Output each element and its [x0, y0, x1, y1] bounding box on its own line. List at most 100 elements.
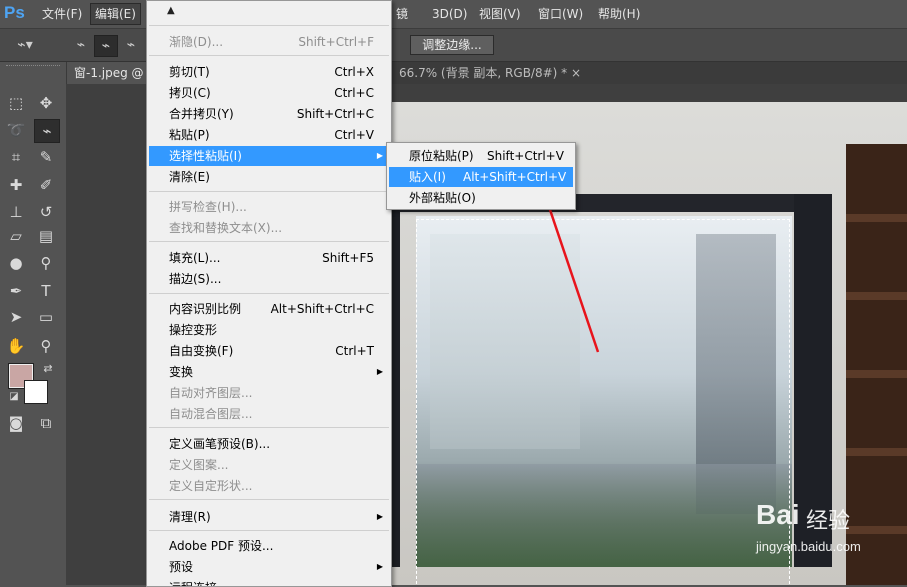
submenu-item-label: 贴入(I) — [409, 170, 446, 184]
panel-grip[interactable] — [6, 65, 60, 70]
menu-item-auto-align: 自动对齐图层... — [149, 383, 389, 403]
tab-info-label: 66.7% (背景 副本, RGB/8#) * — [399, 66, 568, 80]
background-color-swatch[interactable] — [24, 380, 48, 404]
move-icon[interactable]: ✥ — [34, 92, 58, 114]
subtract-selection-brush-icon[interactable]: ⌁ — [120, 35, 142, 55]
menu-item-transform[interactable]: 变换 ▶ — [149, 362, 389, 382]
menu-item-label: 剪切(T) — [169, 65, 210, 79]
zoom-icon[interactable]: ⚲ — [34, 335, 58, 357]
quick-mask-icon[interactable]: ◙ — [4, 412, 28, 434]
menu-item-label: 选择性粘贴(I) — [169, 149, 242, 163]
menu-separator — [149, 241, 389, 242]
shape-icon[interactable]: ▭ — [34, 306, 58, 328]
refine-edge-button[interactable]: 调整边缘... — [410, 35, 494, 55]
menu-bar: Ps 文件(F) 编辑(E) 镜 3D(D) 视图(V) 窗口(W) 帮助(H) — [0, 0, 907, 29]
submenu-item-label: 外部粘贴(O) — [409, 191, 476, 205]
menu-edit[interactable]: 编辑(E) — [90, 3, 141, 25]
menu-item-auto-blend: 自动混合图层... — [149, 404, 389, 424]
new-selection-brush-icon[interactable]: ⌁ — [70, 35, 92, 55]
tab-document-info[interactable]: 66.7% (背景 副本, RGB/8#) * × — [391, 62, 589, 84]
hand-icon[interactable]: ✋ — [4, 335, 28, 357]
menu-item-stroke[interactable]: 描边(S)... — [149, 269, 389, 289]
menu-item-label: 定义画笔预设(B)... — [169, 437, 271, 451]
submenu-item-paste-in-place[interactable]: 原位粘贴(P) Shift+Ctrl+V — [389, 146, 573, 166]
menu-item-define-pattern: 定义图案... — [149, 455, 389, 475]
menu-item-presets[interactable]: 预设 ▶ — [149, 557, 389, 577]
menu-item-copy-merged[interactable]: 合并拷贝(Y) Shift+Ctrl+C — [149, 104, 389, 124]
menu-item-define-shape: 定义自定形状... — [149, 476, 389, 496]
tab-close-icon[interactable]: × — [571, 66, 581, 80]
menu-item-shortcut: Ctrl+T — [335, 344, 374, 358]
eraser-icon[interactable]: ▱ — [4, 225, 28, 247]
path-select-icon[interactable]: ➤ — [4, 306, 28, 328]
submenu-item-paste-outside[interactable]: 外部粘贴(O) — [389, 188, 573, 208]
menu-item-label: 描边(S)... — [169, 272, 222, 286]
menu-item-label: 填充(L)... — [169, 251, 221, 265]
menu-item-paste-special[interactable]: 选择性粘贴(I) ▶ — [149, 146, 389, 166]
menu-item-label: 拼写检查(H)... — [169, 200, 247, 214]
menu-item-purge[interactable]: 清理(R) ▶ — [149, 507, 389, 527]
menu-separator — [149, 55, 389, 56]
menu-item-shortcut: Ctrl+X — [334, 65, 374, 79]
menu-window[interactable]: 窗口(W) — [534, 4, 587, 24]
menu-item-pdf-presets[interactable]: Adobe PDF 预设... — [149, 536, 389, 556]
quick-select-icon[interactable]: ⌁ — [34, 119, 60, 143]
menu-separator — [149, 25, 389, 26]
paste-special-submenu: 原位粘贴(P) Shift+Ctrl+V 贴入(I) Alt+Shift+Ctrl+… — [386, 142, 576, 210]
menu-help[interactable]: 帮助(H) — [594, 4, 644, 24]
stamp-icon[interactable]: ⊥ — [4, 201, 28, 223]
menu-item-shortcut: Shift+Ctrl+C — [296, 107, 374, 121]
type-icon[interactable]: T — [34, 280, 58, 302]
menu-file[interactable]: 文件(F) — [38, 4, 86, 24]
menu-item-cut[interactable]: 剪切(T) Ctrl+X — [149, 62, 389, 82]
menu-item-label: 清理(R) — [169, 510, 211, 524]
menu-item-remote[interactable]: 远程连接... — [149, 578, 389, 586]
menu-item-copy[interactable]: 拷贝(C) Ctrl+C — [149, 83, 389, 103]
dodge-icon[interactable]: ⚲ — [34, 252, 58, 274]
healing-icon[interactable]: ✚ — [4, 174, 28, 196]
edit-menu-dropdown: ▲ 渐隐(D)... Shift+Ctrl+F 剪切(T) Ctrl+X 拷贝(C)… — [146, 0, 392, 587]
gradient-icon[interactable]: ▤ — [34, 225, 58, 247]
menu-item-paste[interactable]: 粘贴(P) Ctrl+V — [149, 125, 389, 145]
submenu-item-shortcut: Alt+Shift+Ctrl+V — [463, 170, 567, 184]
menu-item-label: 远程连接... — [169, 578, 228, 586]
menu-item-label: 预设 — [169, 560, 194, 574]
menu-item-label: 操控变形 — [169, 323, 218, 337]
watermark-brand-cn: 经验 — [806, 509, 851, 534]
menu-scroll-up-icon[interactable]: ▲ — [167, 5, 175, 16]
lasso-icon[interactable]: ➰ — [4, 119, 28, 141]
menu-filter-partial[interactable]: 镜 — [392, 4, 412, 24]
pen-icon[interactable]: ✒ — [4, 280, 28, 302]
menu-item-fill[interactable]: 填充(L)... Shift+F5 — [149, 248, 389, 268]
blur-icon[interactable]: ● — [4, 252, 28, 274]
tab-document[interactable]: 窗-1.jpeg @ — [66, 62, 152, 84]
submenu-item-paste-into[interactable]: 贴入(I) Alt+Shift+Ctrl+V — [389, 167, 573, 187]
swap-colors-icon[interactable]: ⇄ — [36, 358, 60, 380]
menu-item-content-aware-scale[interactable]: 内容识别比例 Alt+Shift+Ctrl+C — [149, 299, 389, 319]
add-selection-brush-icon[interactable]: ⌁ — [94, 35, 118, 57]
eyedropper-icon[interactable]: ✎ — [34, 146, 58, 168]
tool-preset-icon[interactable]: ⌁▾ — [14, 35, 36, 55]
menu-view[interactable]: 视图(V) — [475, 4, 525, 24]
submenu-arrow-icon: ▶ — [376, 562, 383, 571]
menu-item-label: 清除(E) — [169, 170, 210, 184]
watermark-url: jingyan.baidu.com — [756, 539, 861, 554]
default-colors-icon[interactable]: ◪ — [2, 386, 26, 408]
menu-item-free-transform[interactable]: 自由变换(F) Ctrl+T — [149, 341, 389, 361]
submenu-arrow-icon: ▶ — [376, 512, 383, 521]
screen-mode-icon[interactable]: ⧉ — [34, 412, 58, 434]
menu-item-label: 自动混合图层... — [169, 407, 253, 421]
menu-item-label: 定义图案... — [169, 458, 229, 472]
menu-item-puppet-warp[interactable]: 操控变形 — [149, 320, 389, 340]
menu-3d[interactable]: 3D(D) — [428, 4, 471, 24]
baidu-watermark: Bai 经验 jingyan.baidu.com — [756, 499, 906, 563]
marquee-icon[interactable]: ⬚ — [4, 92, 28, 114]
history-brush-icon[interactable]: ↺ — [34, 201, 58, 223]
menu-item-clear[interactable]: 清除(E) — [149, 167, 389, 187]
brush-icon[interactable]: ✐ — [34, 174, 58, 196]
crop-icon[interactable]: ⌗ — [4, 146, 28, 168]
menu-item-define-brush[interactable]: 定义画笔预设(B)... — [149, 434, 389, 454]
menu-separator — [149, 499, 389, 500]
tools-panel: ⬚ ✥ ➰ ⌁ ⌗ ✎ ✚ ✐ ⊥ ↺ ▱ ▤ ● ⚲ ✒ T ➤ ▭ ✋ ⚲ … — [0, 62, 67, 585]
menu-item-find-replace: 查找和替换文本(X)... — [149, 218, 389, 238]
